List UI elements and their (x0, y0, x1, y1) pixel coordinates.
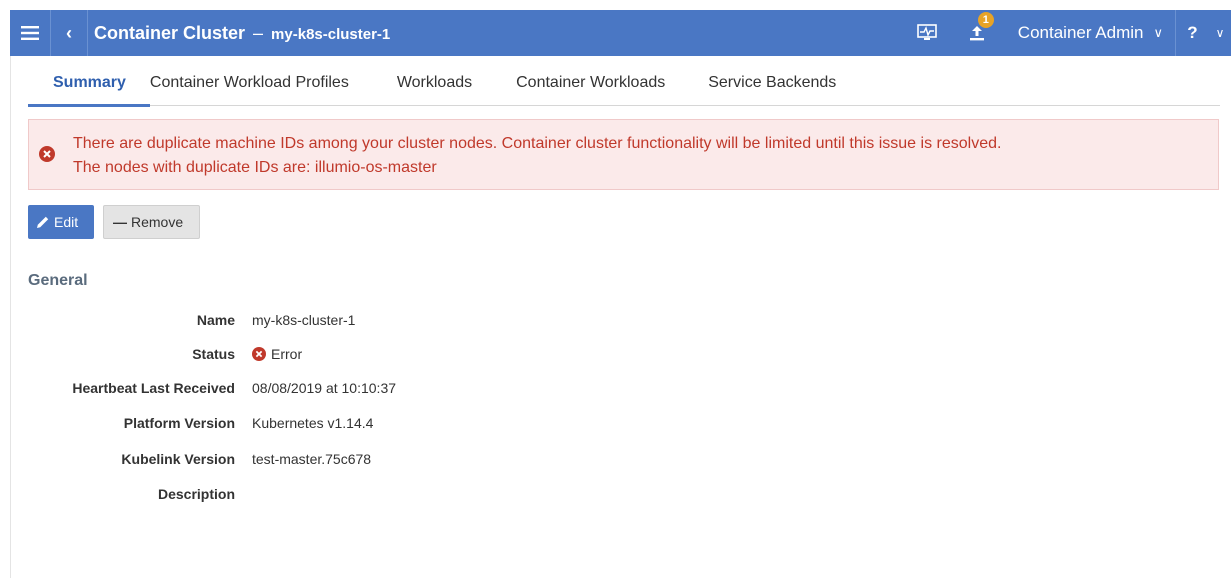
tab-service-backends[interactable]: Service Backends (708, 60, 836, 106)
property-row: Platform Version Kubernetes v1.14.4 (28, 411, 828, 435)
tab-container-workloads[interactable]: Container Workloads (516, 60, 665, 106)
error-x-circle-icon (252, 347, 266, 361)
status-value: Error (252, 346, 302, 362)
help-icon: ? (1187, 23, 1198, 42)
property-row: Name my-k8s-cluster-1 (28, 308, 828, 332)
page-title-text: Container Cluster (94, 22, 246, 43)
hamburger-menu-button[interactable] (10, 10, 50, 56)
alert-line-2: The nodes with duplicate IDs are: illumi… (73, 159, 437, 176)
title-separator: – (253, 22, 264, 43)
property-value: test-master.75c678 (252, 451, 372, 467)
alert-line-1: There are duplicate machine IDs among yo… (73, 135, 1002, 152)
property-value: Kubernetes v1.14.4 (252, 415, 374, 431)
user-menu-label: Container Admin (1017, 23, 1144, 42)
property-label: Kubelink Version (121, 451, 235, 467)
property-row: Status Error (28, 342, 828, 366)
tab-container-workload-profiles[interactable]: Container Workload Profiles (150, 60, 349, 106)
health-monitor-button[interactable] (902, 10, 952, 56)
pencil-icon (37, 216, 49, 228)
remove-button-label: Remove (131, 214, 184, 230)
property-row: Description (28, 482, 828, 506)
page-title: Container Cluster – my-k8s-cluster-1 (88, 23, 390, 44)
section-title-general: General (28, 272, 88, 289)
status-text: Error (271, 346, 303, 362)
hamburger-icon (21, 26, 39, 40)
back-button[interactable]: ‹ (51, 10, 87, 56)
user-menu[interactable]: Container Admin ∨ (1002, 10, 1175, 56)
property-value: 08/08/2019 at 10:10:37 (252, 380, 397, 396)
edit-button-label: Edit (54, 214, 79, 230)
property-label: Heartbeat Last Received (72, 380, 235, 396)
page-subtitle: my-k8s-cluster-1 (271, 25, 391, 43)
error-alert: There are duplicate machine IDs among yo… (28, 119, 1219, 190)
property-label: Platform Version (123, 415, 235, 431)
monitor-health-icon (916, 24, 937, 40)
property-row: Heartbeat Last Received 08/08/2019 at 10… (28, 376, 828, 400)
chevron-down-icon: ∨ (1215, 26, 1225, 40)
property-value: my-k8s-cluster-1 (252, 312, 356, 328)
tab-workloads[interactable]: Workloads (397, 60, 472, 106)
chevron-left-icon: ‹ (66, 22, 72, 43)
property-label: Status (192, 346, 235, 362)
alert-message: There are duplicate machine IDs among yo… (73, 132, 1203, 180)
property-label: Description (157, 486, 235, 502)
notification-badge: 1 (977, 12, 994, 28)
provision-button[interactable]: 1 (952, 10, 1002, 56)
help-menu-toggle[interactable]: ∨ (1209, 10, 1231, 56)
property-row: Kubelink Version test-master.75c678 (28, 447, 828, 471)
content-border (10, 56, 11, 578)
app-header: ‹ Container Cluster – my-k8s-cluster-1 1… (10, 10, 1231, 56)
tab-bar: Summary Container Workload Profiles Work… (28, 60, 1220, 107)
remove-button[interactable]: — Remove (103, 205, 200, 239)
chevron-down-icon: ∨ (1153, 25, 1163, 40)
edit-button[interactable]: Edit (28, 205, 94, 239)
property-label: Name (196, 312, 235, 328)
error-x-circle-icon (39, 146, 55, 162)
tab-summary[interactable]: Summary (28, 60, 150, 107)
help-button[interactable]: ? (1175, 10, 1209, 56)
minus-icon: — (113, 214, 127, 230)
